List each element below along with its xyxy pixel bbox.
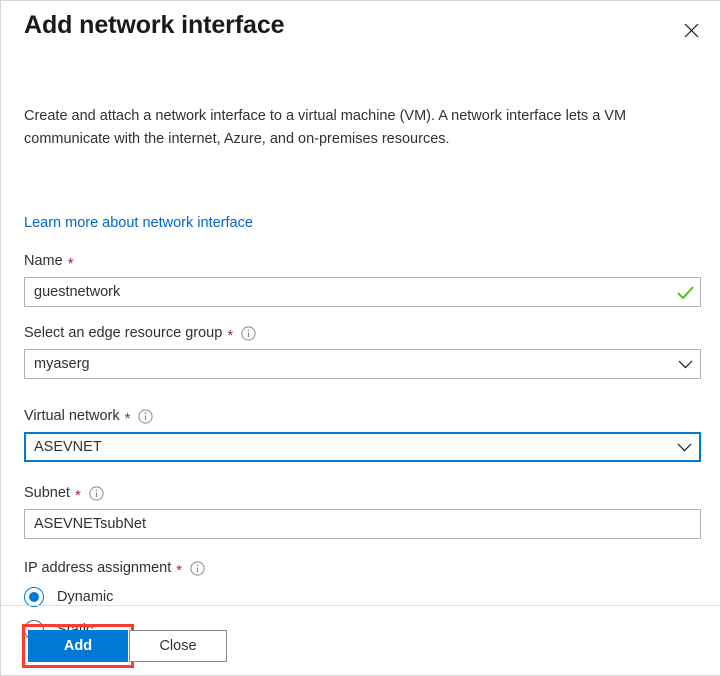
name-input-value: guestnetwork [34, 284, 121, 300]
add-network-interface-dialog: Add network interface Create and attach … [0, 0, 721, 676]
virtual-network-select[interactable]: ASEVNET [24, 432, 701, 462]
radio-dynamic-indicator [24, 587, 44, 607]
field-ip-address-assignment-label: IP address assignment * [24, 558, 701, 578]
info-icon[interactable] [190, 560, 205, 576]
page-title: Add network interface [24, 11, 285, 39]
field-name-label: Name * [24, 251, 701, 271]
edge-resource-group-select[interactable]: myaserg [24, 349, 701, 379]
field-subnet-label: Subnet * [24, 483, 701, 503]
field-virtual-network: Virtual network * ASEVNET [24, 406, 701, 462]
required-asterisk: * [124, 409, 131, 427]
edge-resource-group-value: myaserg [34, 356, 90, 372]
chevron-down-icon [669, 434, 699, 460]
close-icon [684, 23, 699, 38]
add-button[interactable]: Add [28, 630, 128, 662]
field-subnet-label-text: Subnet [24, 485, 70, 501]
dialog-body: Create and attach a network interface to… [1, 63, 720, 640]
field-subnet: Subnet * ASEVNETsubNet [24, 483, 701, 539]
required-asterisk: * [67, 254, 74, 272]
field-edge-resource-group-label: Select an edge resource group * [24, 323, 701, 343]
field-name-label-text: Name [24, 253, 63, 269]
dialog-description: Create and attach a network interface to… [24, 108, 627, 147]
add-button-highlight: Add [22, 624, 134, 668]
info-icon[interactable] [241, 325, 256, 341]
field-virtual-network-label-text: Virtual network [24, 408, 120, 424]
close-footer-button[interactable]: Close [129, 630, 227, 662]
subnet-input-value: ASEVNETsubNet [34, 516, 147, 532]
virtual-network-value: ASEVNET [34, 439, 102, 455]
radio-dynamic-label: Dynamic [57, 589, 114, 605]
subnet-input[interactable]: ASEVNETsubNet [24, 509, 701, 539]
required-asterisk: * [176, 561, 183, 579]
learn-more-link[interactable]: Learn more about network interface [24, 213, 253, 233]
field-edge-resource-group: Select an edge resource group * myaserg [24, 323, 701, 379]
field-name: Name * guestnetwork [24, 251, 701, 307]
required-asterisk: * [74, 486, 81, 504]
field-ip-address-assignment-label-text: IP address assignment [24, 560, 172, 576]
dialog-footer: Add Close [1, 605, 720, 675]
required-asterisk: * [227, 326, 234, 344]
dialog-header: Add network interface [1, 1, 720, 63]
checkmark-icon [670, 278, 700, 306]
close-button[interactable] [674, 13, 708, 47]
info-icon[interactable] [89, 485, 104, 501]
chevron-down-icon [670, 350, 700, 378]
field-edge-resource-group-label-text: Select an edge resource group [24, 325, 223, 341]
field-virtual-network-label: Virtual network * [24, 406, 701, 426]
info-icon[interactable] [138, 408, 154, 424]
name-input[interactable]: guestnetwork [24, 277, 701, 307]
